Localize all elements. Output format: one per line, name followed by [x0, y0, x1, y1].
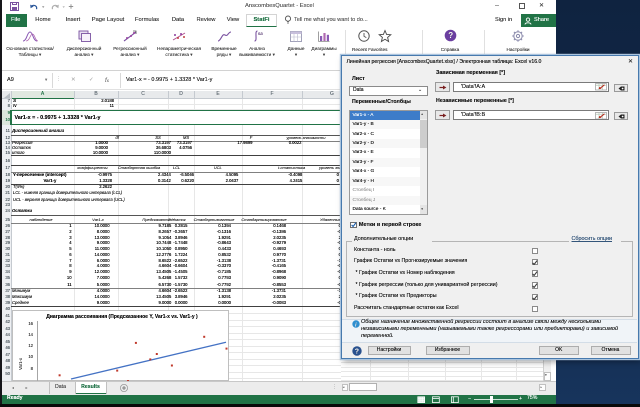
svg-text:?: ? [448, 31, 453, 40]
svg-text:?: ? [355, 348, 359, 355]
svg-text:sa: sa [258, 31, 263, 36]
